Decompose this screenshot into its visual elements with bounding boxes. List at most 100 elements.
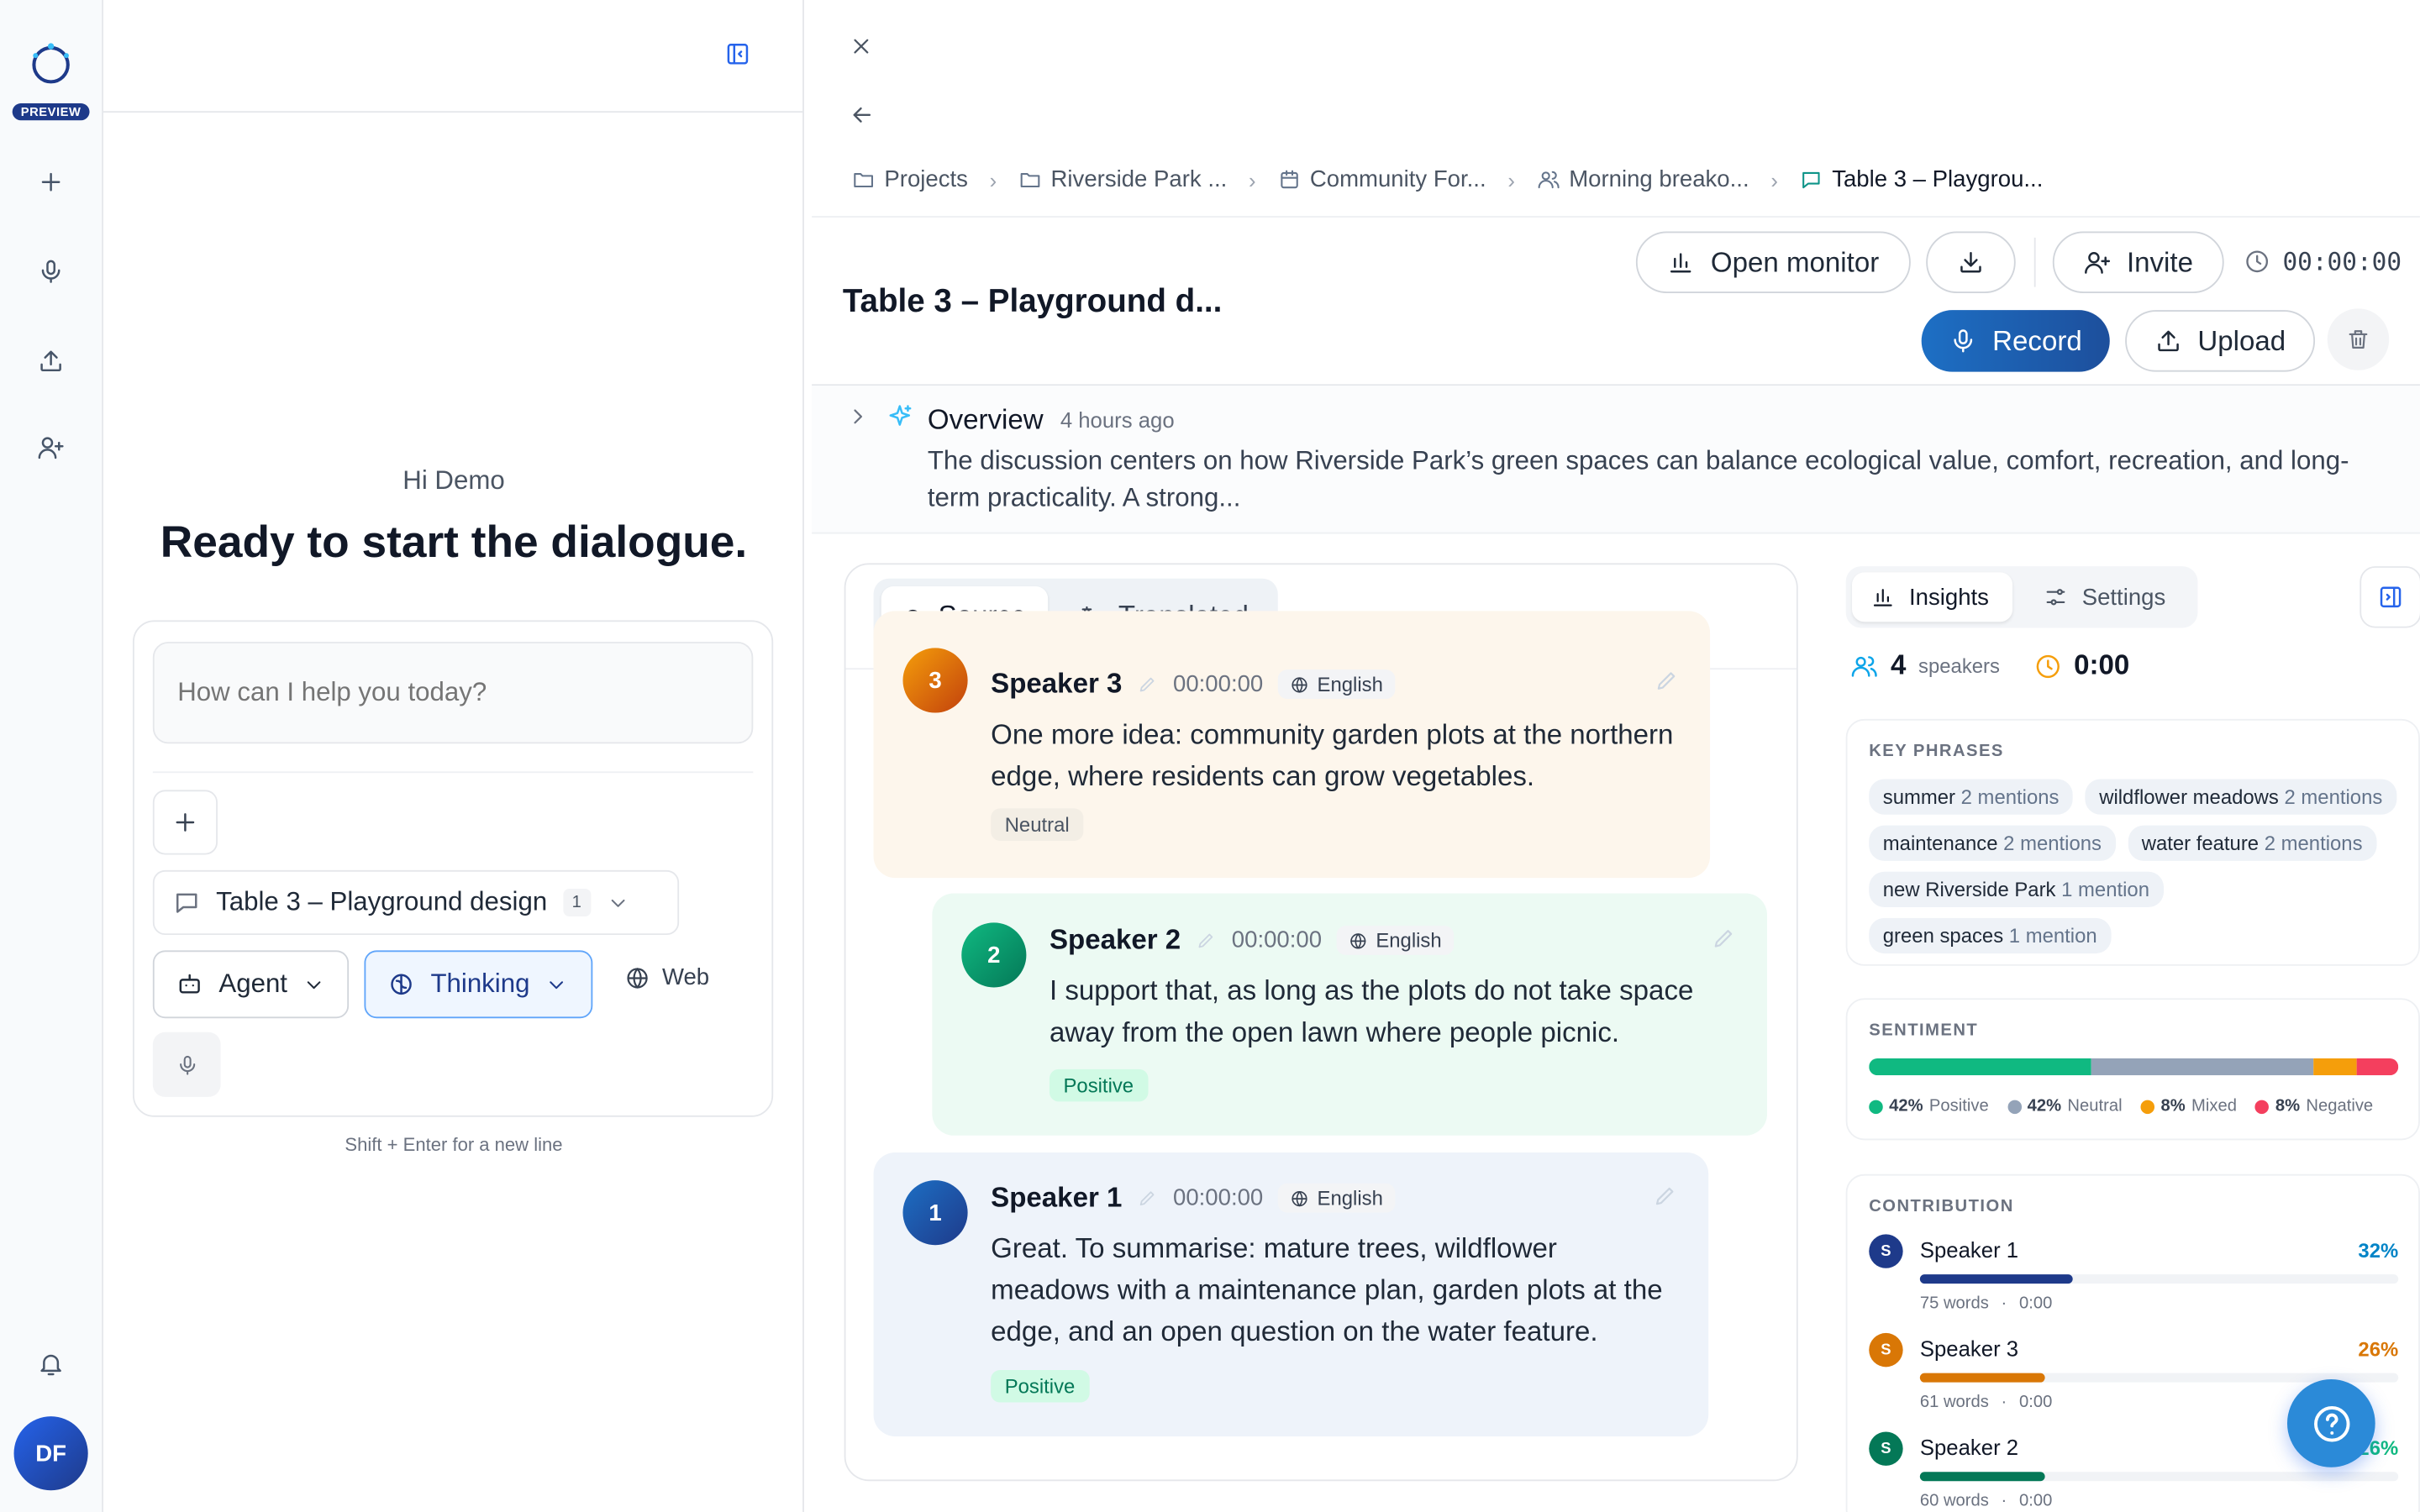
close-button[interactable] xyxy=(849,34,873,58)
speaker-avatar: S xyxy=(1869,1332,1903,1368)
transcript-message[interactable]: 1 Speaker 1 00:00:00 English Great. To s… xyxy=(873,1152,1709,1436)
pencil-icon xyxy=(1657,672,1676,690)
legend-pct: 42% xyxy=(2027,1096,2062,1116)
speaker-avatar: S xyxy=(1869,1234,1903,1268)
breadcrumb-table[interactable]: Table 3 – Playgrou... xyxy=(1800,166,2043,193)
app-logo[interactable] xyxy=(24,40,76,87)
key-phrases-panel: KEY PHRASES summer 2 mentions wildflower … xyxy=(1845,718,2420,966)
breadcrumb-separator: › xyxy=(1770,167,1778,192)
notifications-button[interactable] xyxy=(31,1344,71,1384)
contribution-fill xyxy=(1919,1373,2044,1383)
sidebar-collapse-icon xyxy=(727,44,749,65)
contribution-track xyxy=(1919,1274,2399,1284)
bar-chart-icon xyxy=(1873,589,1892,606)
voice-input-button[interactable] xyxy=(152,1032,221,1097)
speaker-name[interactable]: Speaker 2 xyxy=(1050,924,1181,957)
sentiment-legend-item: 8% Negative xyxy=(2254,1097,2373,1116)
transcript-message[interactable]: 3 Speaker 3 00:00:00 English One more id… xyxy=(873,611,1711,879)
back-button[interactable] xyxy=(849,102,875,128)
key-phrase-text: wildflower meadows xyxy=(2099,785,2285,809)
toggle-insights-button[interactable] xyxy=(2360,566,2420,628)
breadcrumb-project[interactable]: Riverside Park ... xyxy=(1018,166,1227,193)
key-phrase-chip[interactable]: new Riverside Park 1 mention xyxy=(1869,871,2164,907)
thinking-label: Thinking xyxy=(430,969,530,999)
thinking-mode-button[interactable]: Thinking xyxy=(364,950,593,1019)
speaker-name[interactable]: Speaker 3 xyxy=(991,668,1122,701)
user-avatar[interactable]: DF xyxy=(13,1416,88,1491)
tab-insights[interactable]: Insights xyxy=(1852,572,2013,622)
speaker-header: Speaker 3 00:00:00 English xyxy=(991,668,1396,701)
key-phrase-chip[interactable]: green spaces 1 mention xyxy=(1869,917,2112,954)
microphone-icon xyxy=(179,1054,195,1074)
composer-divider xyxy=(152,771,754,774)
attach-button[interactable] xyxy=(152,790,218,855)
key-phrase-text: water feature xyxy=(2141,831,2265,855)
chat-input[interactable] xyxy=(152,642,754,744)
language-badge: English xyxy=(1337,926,1455,955)
breadcrumb-event[interactable]: Community For... xyxy=(1277,166,1486,193)
pencil-icon[interactable] xyxy=(1138,675,1158,695)
edit-message-button[interactable] xyxy=(1712,926,1736,950)
upload-icon xyxy=(2158,330,2179,352)
upload-nav-button[interactable] xyxy=(31,341,71,381)
contribution-title: CONTRIBUTION xyxy=(1869,1197,2014,1216)
breadcrumb-projects[interactable]: Projects xyxy=(852,166,968,193)
contribution-track xyxy=(1919,1472,2399,1482)
contribution-meta: 75 words · 0:00 xyxy=(1920,1294,2052,1313)
transcript-message[interactable]: 2 Speaker 2 00:00:00 English I support t… xyxy=(932,893,1768,1136)
breadcrumb-session[interactable]: Morning breako... xyxy=(1537,166,1749,193)
record-label: Record xyxy=(1992,324,2082,356)
close-icon xyxy=(854,39,869,54)
key-phrase-chip[interactable]: wildflower meadows 2 mentions xyxy=(2085,779,2396,815)
invite-nav-button[interactable] xyxy=(31,428,71,468)
tab-settings[interactable]: Settings xyxy=(2025,572,2191,622)
legend-dot xyxy=(1869,1099,1883,1114)
record-nav-button[interactable] xyxy=(31,251,71,291)
language-label: English xyxy=(1317,1186,1383,1210)
edit-message-button[interactable] xyxy=(1655,668,1679,692)
new-chat-button[interactable] xyxy=(31,162,71,202)
user-plus-icon xyxy=(38,437,64,459)
contribution-fill xyxy=(1919,1274,2074,1284)
upload-button[interactable]: Upload xyxy=(2125,310,2316,372)
message-timestamp: 00:00:00 xyxy=(1231,927,1323,954)
agent-mode-button[interactable]: Agent xyxy=(152,950,350,1019)
contribution-fill xyxy=(1919,1472,2044,1482)
record-button[interactable]: Record xyxy=(1921,310,2110,372)
sentiment-segment-negative xyxy=(2355,1058,2399,1076)
insights-panel: Insights Settings 4 speakers 0:00 KEY PH… xyxy=(1845,563,2420,1512)
overview-time: 4 hours ago xyxy=(1060,407,1175,433)
user-plus-icon xyxy=(2085,251,2111,274)
globe-icon xyxy=(1292,676,1308,692)
edit-message-button[interactable] xyxy=(1653,1184,1677,1208)
key-phrase-chip[interactable]: summer 2 mentions xyxy=(1869,779,2073,815)
invite-label: Invite xyxy=(2126,245,2193,277)
contribution-pct: 32% xyxy=(2358,1238,2399,1263)
breadcrumb-label: Morning breako... xyxy=(1569,166,1749,193)
download-button[interactable] xyxy=(1926,231,2016,293)
pencil-icon[interactable] xyxy=(1197,931,1217,951)
overview-section: Overview 4 hours ago The discussion cent… xyxy=(812,386,2420,534)
download-icon xyxy=(1960,251,1981,273)
collapse-panel-button[interactable] xyxy=(723,40,751,68)
language-badge: English xyxy=(1278,669,1396,700)
language-label: English xyxy=(1317,672,1383,696)
pencil-icon xyxy=(1655,1187,1674,1205)
speakers-label: speakers xyxy=(1918,654,2000,678)
greeting: Hi Demo xyxy=(402,465,505,496)
pencil-icon[interactable] xyxy=(1138,1188,1158,1208)
expand-overview-button[interactable] xyxy=(846,404,871,428)
open-monitor-button[interactable]: Open monitor xyxy=(1635,231,1911,293)
microphone-icon xyxy=(41,260,60,283)
web-toggle[interactable]: Web xyxy=(625,964,709,990)
sentiment-badge: Neutral xyxy=(991,808,1084,842)
contribution-meta: 60 words · 0:00 xyxy=(1920,1492,2052,1510)
context-selector[interactable]: Table 3 – Playground design 1 xyxy=(152,869,680,936)
key-phrase-chip[interactable]: water feature 2 mentions xyxy=(2128,825,2377,861)
sparkle-icon xyxy=(886,402,913,430)
key-phrase-chip[interactable]: maintenance 2 mentions xyxy=(1869,825,2116,861)
help-button[interactable] xyxy=(2286,1379,2375,1467)
speaker-name[interactable]: Speaker 1 xyxy=(991,1182,1122,1215)
delete-button[interactable] xyxy=(2327,308,2390,370)
invite-button[interactable]: Invite xyxy=(2052,231,2224,293)
